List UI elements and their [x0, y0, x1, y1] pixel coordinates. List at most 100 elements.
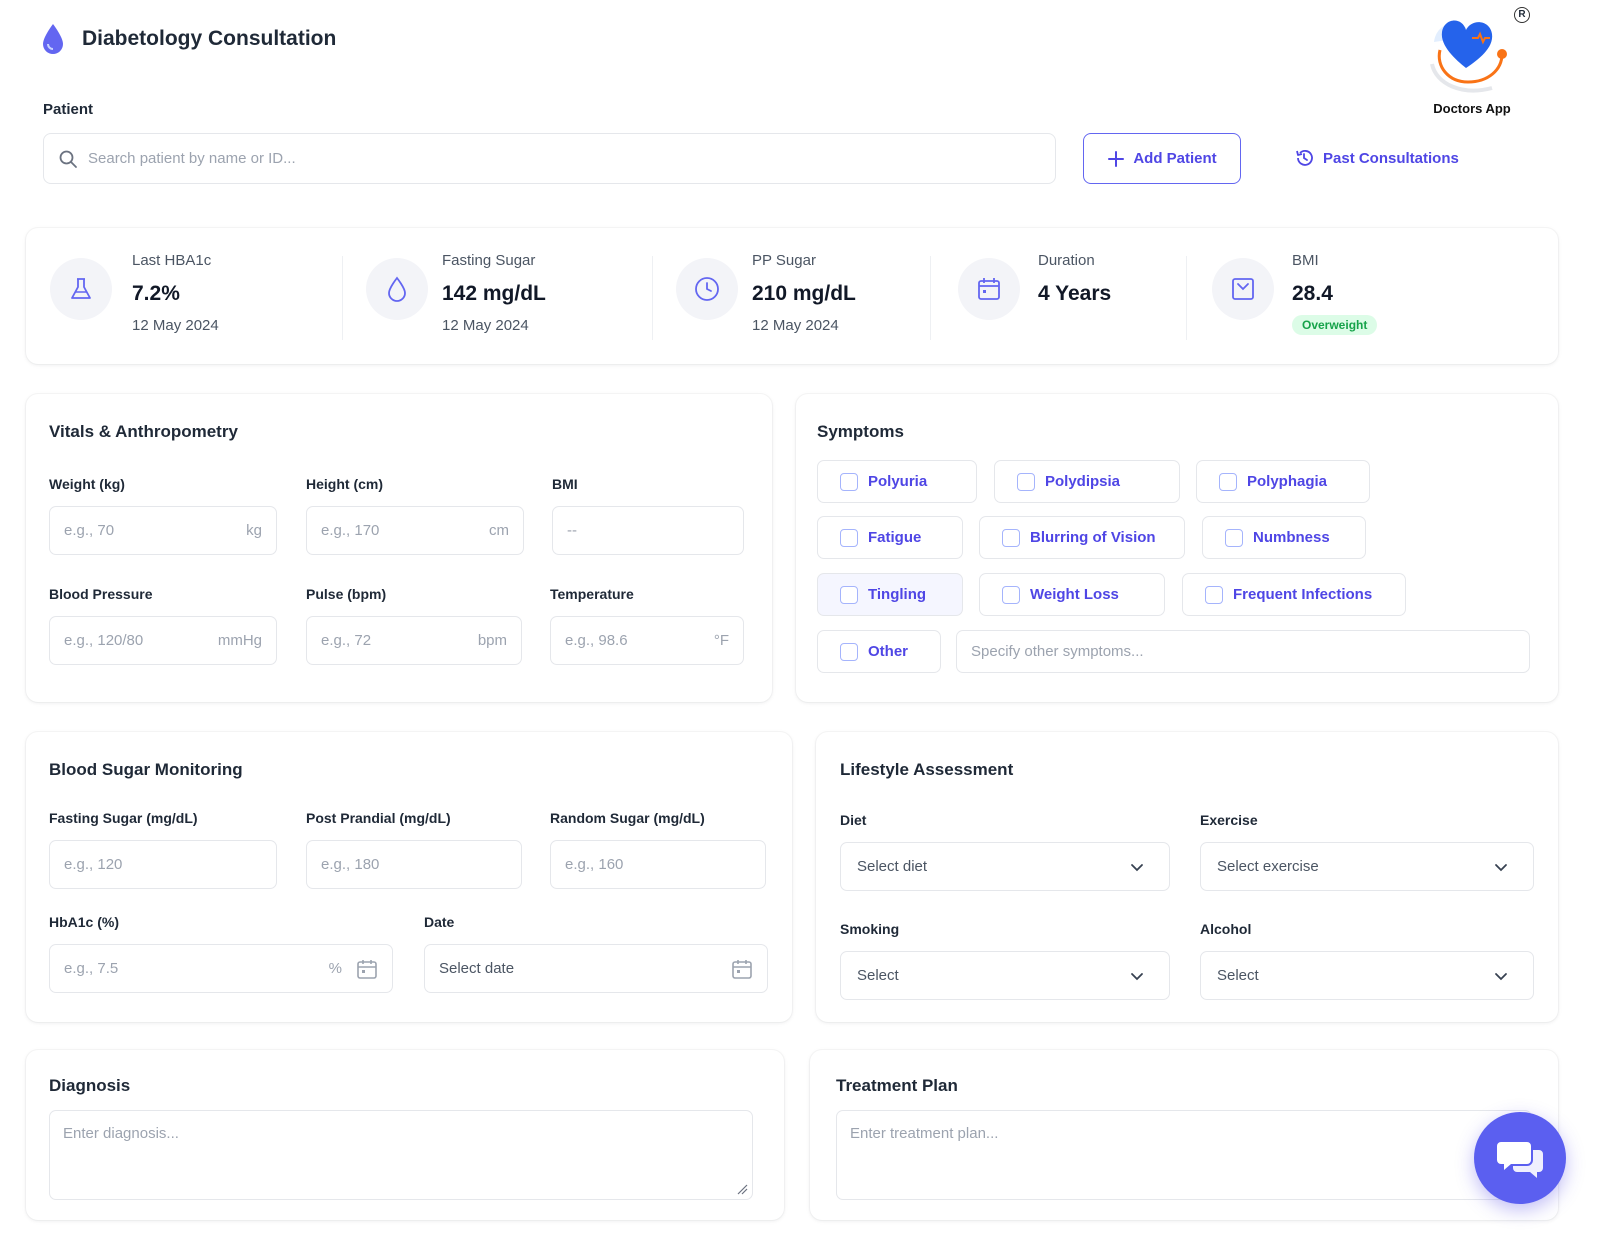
hba1c-input[interactable]: [64, 960, 321, 977]
treatment-field[interactable]: [836, 1110, 1532, 1200]
symptom-label: Polyuria: [868, 473, 928, 490]
divider: [930, 256, 931, 340]
diet-select[interactable]: Select diet: [840, 842, 1170, 891]
heart-stethoscope-logo: [1430, 20, 1507, 93]
exercise-select[interactable]: Select exercise: [1200, 842, 1534, 891]
divider: [342, 256, 343, 340]
chevron-down-icon: [1495, 972, 1507, 980]
exercise-label: Exercise: [1200, 812, 1258, 828]
alcohol-select[interactable]: Select: [1200, 951, 1534, 1000]
search-input[interactable]: [88, 150, 1055, 167]
stat-title: Last HBA1c: [132, 252, 212, 269]
past-consultations-label: Past Consultations: [1323, 149, 1459, 167]
temperature-label: Temperature: [550, 586, 634, 602]
symptom-polydipsia[interactable]: Polydipsia: [994, 460, 1180, 503]
stat-hba1c: Last HBA1c 7.2% 12 May 2024: [50, 228, 340, 364]
other-symptoms-field[interactable]: [956, 630, 1530, 673]
blood-sugar-card: Blood Sugar Monitoring Fasting Sugar (mg…: [26, 732, 792, 1022]
symptom-polyuria[interactable]: Polyuria: [817, 460, 977, 503]
checkbox[interactable]: [1017, 472, 1035, 491]
bp-field[interactable]: mmHg: [49, 616, 277, 665]
lifestyle-card: Lifestyle Assessment Diet Select diet Ex…: [816, 732, 1558, 1022]
calendar-icon[interactable]: [356, 958, 378, 980]
stat-pp-sugar: PP Sugar 210 mg/dL 12 May 2024: [676, 228, 926, 364]
past-consultations-link[interactable]: Past Consultations: [1294, 148, 1459, 168]
alcohol-label: Alcohol: [1200, 921, 1252, 937]
stat-title: PP Sugar: [752, 252, 816, 269]
calendar-icon[interactable]: [731, 958, 753, 980]
divider: [1186, 256, 1187, 340]
checkbox[interactable]: [1002, 528, 1020, 547]
symptom-tingling[interactable]: Tingling: [817, 573, 963, 616]
unit-label: %: [328, 960, 342, 977]
diagnosis-field[interactable]: [49, 1110, 753, 1200]
symptom-fatigue[interactable]: Fatigue: [817, 516, 963, 559]
weight-field[interactable]: kg: [49, 506, 277, 555]
bp-label: Blood Pressure: [49, 586, 153, 602]
height-field[interactable]: cm: [306, 506, 524, 555]
smoking-label: Smoking: [840, 921, 900, 937]
temperature-field[interactable]: °F: [550, 616, 744, 665]
checkbox[interactable]: [1002, 585, 1020, 604]
checkbox[interactable]: [840, 642, 858, 661]
fasting-sugar-input[interactable]: [64, 856, 262, 873]
diet-label: Diet: [840, 812, 867, 828]
section-title: Lifestyle Assessment: [840, 760, 1014, 779]
unit-label: mmHg: [217, 632, 262, 649]
pulse-input[interactable]: [321, 632, 470, 649]
unit-label: bpm: [477, 632, 507, 649]
symptom-polyphagia[interactable]: Polyphagia: [1196, 460, 1370, 503]
checkbox[interactable]: [1225, 528, 1243, 547]
symptom-other[interactable]: Other: [817, 630, 941, 673]
history-icon: [1296, 150, 1313, 166]
blood-drop-icon: [43, 24, 63, 54]
random-sugar-field[interactable]: [550, 840, 766, 889]
chevron-down-icon: [1495, 863, 1507, 871]
height-input[interactable]: [321, 522, 481, 539]
symptom-blurring-of-vision[interactable]: Blurring of Vision: [979, 516, 1185, 559]
random-sugar-input[interactable]: [565, 856, 751, 873]
symptom-numbness[interactable]: Numbness: [1202, 516, 1366, 559]
exercise-value: Select exercise: [1217, 858, 1319, 875]
section-title: Blood Sugar Monitoring: [49, 760, 243, 779]
bmi-field[interactable]: [552, 506, 744, 555]
bp-input[interactable]: [64, 632, 210, 649]
symptom-label: Polydipsia: [1045, 473, 1121, 490]
random-sugar-label: Random Sugar (mg/dL): [550, 810, 705, 826]
stat-value: 4 Years: [1038, 282, 1112, 305]
checkbox[interactable]: [840, 472, 858, 491]
chevron-down-icon: [1131, 863, 1143, 871]
patient-search[interactable]: [43, 133, 1056, 184]
height-label: Height (cm): [306, 476, 383, 492]
other-symptoms-input[interactable]: [971, 643, 1515, 660]
smoking-select[interactable]: Select: [840, 951, 1170, 1000]
add-patient-button[interactable]: Add Patient: [1083, 133, 1241, 184]
stat-fasting-sugar: Fasting Sugar 142 mg/dL 12 May 2024: [366, 228, 656, 364]
calendar-icon: [958, 258, 1020, 320]
chat-button[interactable]: [1474, 1112, 1566, 1204]
checkbox[interactable]: [840, 528, 858, 547]
post-prandial-input[interactable]: [321, 856, 507, 873]
hba1c-field[interactable]: %: [49, 944, 393, 993]
date-field[interactable]: Select date: [424, 944, 768, 993]
stat-value: 142 mg/dL: [442, 282, 546, 305]
checkbox[interactable]: [840, 585, 858, 604]
section-title: Vitals & Anthropometry: [49, 422, 238, 441]
fasting-sugar-field[interactable]: [49, 840, 277, 889]
post-prandial-field[interactable]: [306, 840, 522, 889]
add-patient-label: Add Patient: [1133, 150, 1217, 167]
unit-label: °F: [713, 632, 729, 649]
symptom-frequent-infections[interactable]: Frequent Infections: [1182, 573, 1406, 616]
treatment-textarea[interactable]: [850, 1125, 1518, 1185]
checkbox[interactable]: [1205, 585, 1223, 604]
checkbox[interactable]: [1219, 472, 1237, 491]
symptom-weight-loss[interactable]: Weight Loss: [979, 573, 1165, 616]
temperature-input[interactable]: [565, 632, 706, 649]
pulse-field[interactable]: bpm: [306, 616, 522, 665]
unit-label: kg: [246, 522, 262, 539]
diagnosis-textarea[interactable]: [63, 1125, 739, 1185]
weight-input[interactable]: [64, 522, 239, 539]
resize-handle-icon[interactable]: [736, 1183, 748, 1195]
search-icon: [59, 150, 77, 168]
bmi-input[interactable]: [567, 522, 729, 539]
